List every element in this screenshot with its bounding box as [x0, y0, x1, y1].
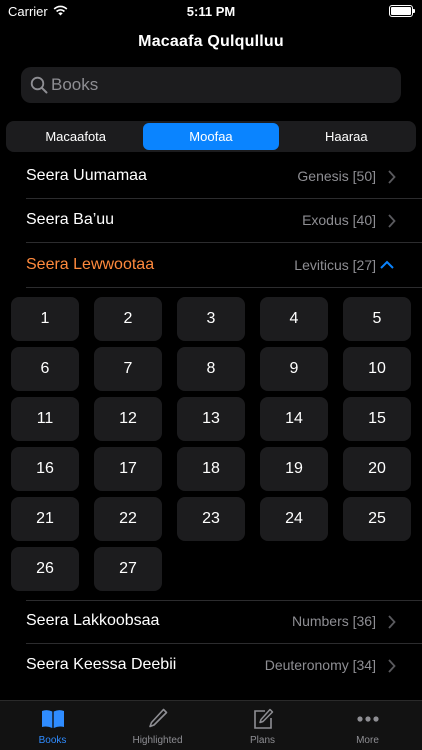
- chapter-button[interactable]: 22: [94, 497, 162, 541]
- chapter-button[interactable]: 15: [343, 397, 411, 441]
- chapter-button[interactable]: 5: [343, 297, 411, 341]
- chapter-button[interactable]: 20: [343, 447, 411, 491]
- chevron-right-icon: [388, 615, 396, 629]
- chapter-button[interactable]: 3: [177, 297, 245, 341]
- book-meta: Exodus [40]: [302, 212, 376, 228]
- chapter-button[interactable]: 12: [94, 397, 162, 441]
- chevron-right-icon: [388, 214, 396, 228]
- tab-label: Plans: [249, 735, 275, 746]
- tab-books[interactable]: Books: [0, 707, 105, 746]
- tab-label: Highlighted: [132, 735, 183, 746]
- chevron-up-icon[interactable]: [380, 260, 394, 269]
- chapter-button[interactable]: 10: [343, 347, 411, 391]
- chapter-button[interactable]: 2: [94, 297, 162, 341]
- chapter-button[interactable]: 18: [177, 447, 245, 491]
- book-row-genesis[interactable]: Seera Uumamaa Genesis [50]: [0, 155, 422, 199]
- chapter-button[interactable]: 24: [260, 497, 328, 541]
- chapter-button[interactable]: 13: [177, 397, 245, 441]
- compose-icon: [253, 708, 273, 729]
- book-row-deuteronomy[interactable]: Seera Keessa Deebii Deuteronomy [34]: [0, 644, 422, 688]
- chapter-button[interactable]: 14: [260, 397, 328, 441]
- chapter-button[interactable]: 11: [11, 397, 79, 441]
- chapter-button[interactable]: 1: [11, 297, 79, 341]
- book-name: Seera Ba’uu: [26, 211, 115, 228]
- book-meta: Numbers [36]: [291, 613, 376, 629]
- more-icon: [356, 716, 379, 722]
- chapter-button[interactable]: 6: [11, 347, 79, 391]
- chapter-button[interactable]: 25: [343, 497, 411, 541]
- page-title: Macaafa Qulqulluu: [138, 33, 284, 50]
- book-name: Seera Lewwootaa: [26, 256, 155, 273]
- book-icon: [41, 710, 64, 728]
- chapter-button[interactable]: 16: [11, 447, 79, 491]
- tab-highlighted[interactable]: Highlighted: [105, 707, 210, 746]
- chapter-button[interactable]: 26: [11, 547, 79, 591]
- chapter-button[interactable]: 21: [11, 497, 79, 541]
- book-name: Seera Lakkoobsaa: [26, 612, 160, 629]
- chapter-button[interactable]: 8: [177, 347, 245, 391]
- pencil-icon: [148, 708, 167, 728]
- chapter-button[interactable]: 4: [260, 297, 328, 341]
- battery-icon: [389, 5, 415, 17]
- divider: [26, 600, 422, 601]
- clock: 5:11 PM: [186, 4, 236, 19]
- chapter-button[interactable]: 7: [94, 347, 162, 391]
- book-meta: Genesis [50]: [297, 168, 376, 184]
- tab-label: More: [356, 735, 379, 746]
- segment-moofaa[interactable]: Moofaa: [143, 123, 279, 150]
- tab-more[interactable]: More: [315, 707, 420, 746]
- chapter-button[interactable]: 19: [260, 447, 328, 491]
- tab-bar: Books Highlighted Plans More: [0, 700, 422, 750]
- divider: [26, 287, 422, 288]
- book-name: Seera Uumamaa: [26, 167, 147, 184]
- chapter-button[interactable]: 9: [260, 347, 328, 391]
- chapter-button[interactable]: 27: [94, 547, 162, 591]
- segment-macaafota[interactable]: Macaafota: [8, 123, 143, 150]
- chapter-button[interactable]: 17: [94, 447, 162, 491]
- chevron-right-icon: [388, 170, 396, 184]
- search-bar[interactable]: [21, 67, 401, 103]
- testament-segmented-control: Macaafota Moofaa Haaraa: [6, 121, 416, 152]
- tab-plans[interactable]: Plans: [210, 707, 315, 746]
- book-row-exodus[interactable]: Seera Ba’uu Exodus [40]: [0, 199, 422, 243]
- tab-label: Books: [38, 735, 67, 746]
- book-row-numbers[interactable]: Seera Lakkoobsaa Numbers [36]: [0, 600, 422, 644]
- search-input[interactable]: [51, 67, 391, 103]
- book-row-leviticus[interactable]: Seera Lewwootaa Leviticus [27]: [0, 244, 422, 288]
- search-icon: [30, 76, 48, 94]
- book-meta: Deuteronomy [34]: [264, 657, 376, 673]
- chevron-right-icon: [388, 659, 396, 673]
- status-bar: Carrier 5:11 PM: [0, 0, 422, 22]
- chapter-button[interactable]: 23: [177, 497, 245, 541]
- divider: [26, 242, 422, 243]
- book-name: Seera Keessa Deebii: [26, 656, 177, 673]
- segment-haaraa[interactable]: Haaraa: [279, 123, 414, 150]
- book-meta: Leviticus [27]: [294, 257, 376, 273]
